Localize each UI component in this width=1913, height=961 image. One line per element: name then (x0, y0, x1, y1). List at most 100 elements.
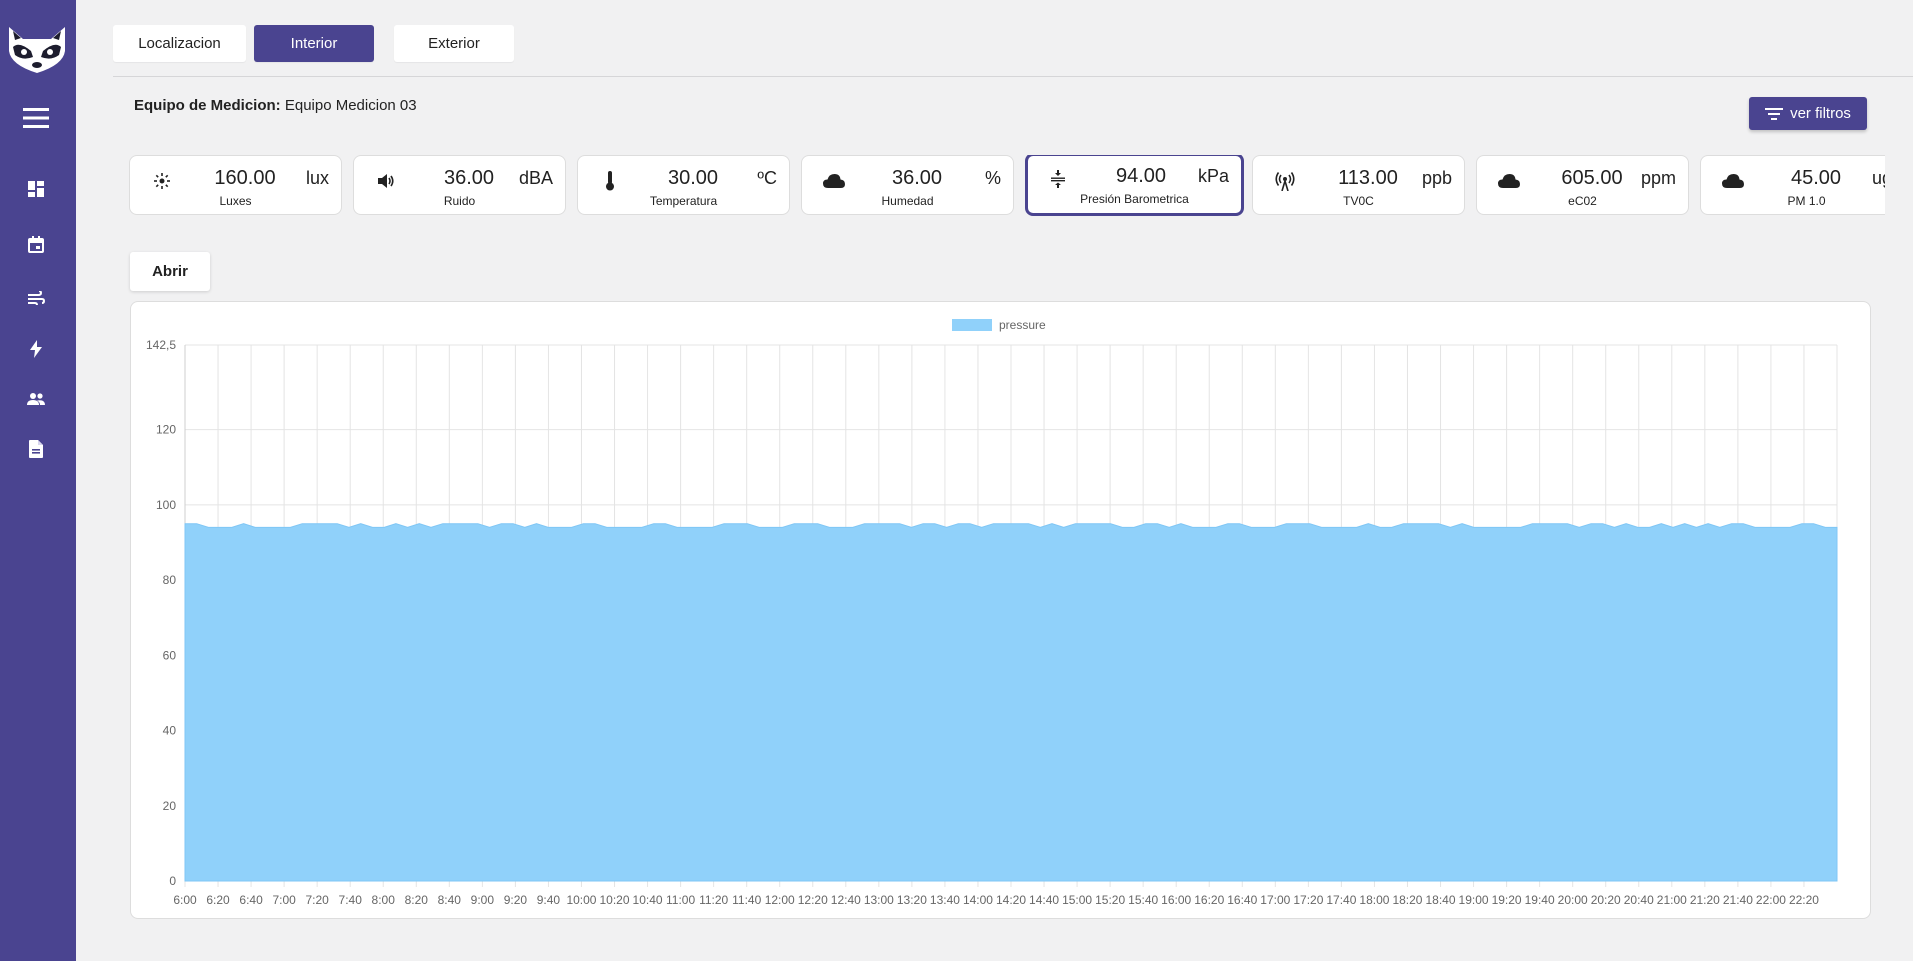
antenna-icon (1273, 169, 1297, 193)
sensor-card-tv0c[interactable]: 113.00 ppb TV0C (1252, 155, 1465, 215)
x-tick-label: 14:20 (996, 893, 1026, 907)
legend-swatch (952, 319, 992, 331)
brightness-icon (150, 169, 174, 193)
x-tick-label: 16:40 (1227, 893, 1257, 907)
x-tick-label: 8:40 (438, 893, 462, 907)
x-tick-label: 21:00 (1657, 893, 1687, 907)
tab-interior[interactable]: Interior (254, 25, 374, 62)
sensor-unit: ºC (757, 168, 777, 188)
sensor-cards: 160.00 lux Luxes 36.00 dBA Ruido 30.00 º… (129, 155, 1885, 217)
tab-label: Localizacion (138, 35, 221, 52)
x-tick-label: 13:40 (930, 893, 960, 907)
document-icon[interactable] (22, 435, 50, 463)
x-tick-label: 22:00 (1756, 893, 1786, 907)
x-tick-label: 6:20 (206, 893, 230, 907)
x-tick-label: 17:20 (1293, 893, 1323, 907)
calendar-icon[interactable] (22, 230, 50, 258)
sensor-value: 30.00 (667, 167, 719, 189)
equipo-value: Equipo Medicion 03 (284, 97, 417, 114)
filter-icon (1765, 107, 1784, 120)
tab-label: Exterior (428, 35, 480, 52)
x-tick-label: 14:00 (963, 893, 993, 907)
x-tick-label: 18:20 (1392, 893, 1422, 907)
sidebar (0, 0, 76, 961)
sensor-value: 160.00 (214, 167, 276, 189)
x-tick-label: 19:00 (1459, 893, 1489, 907)
x-tick-label: 18:00 (1359, 893, 1389, 907)
y-tick-label: 40 (163, 724, 177, 738)
raccoon-logo-icon (5, 25, 69, 75)
sensor-value: 36.00 (443, 167, 495, 189)
abrir-label: Abrir (152, 263, 188, 280)
x-tick-label: 11:20 (699, 893, 728, 907)
ver-filtros-button[interactable]: ver filtros (1749, 97, 1867, 130)
sensor-card-temperatura[interactable]: 30.00 ºC Temperatura (577, 155, 790, 215)
tab-label: Interior (290, 35, 338, 52)
x-tick-label: 12:00 (765, 893, 795, 907)
x-tick-label: 8:00 (372, 893, 396, 907)
air-icon[interactable] (22, 285, 50, 313)
x-tick-label: 10:00 (566, 893, 596, 907)
sensor-label: Humedad (881, 194, 934, 208)
sensor-label: PM 1.0 (1787, 194, 1826, 208)
x-tick-label: 7:00 (272, 893, 296, 907)
x-tick-label: 15:20 (1095, 893, 1125, 907)
sensor-card-luxes[interactable]: 160.00 lux Luxes (129, 155, 342, 215)
bolt-icon[interactable] (22, 335, 50, 363)
x-tick-label: 13:00 (864, 893, 894, 907)
menu-icon[interactable] (22, 104, 50, 132)
x-tick-label: 15:00 (1062, 893, 1092, 907)
x-tick-label: 21:40 (1723, 893, 1753, 907)
sensor-card-pm10[interactable]: 45.00 ug/m3 PM 1.0 (1700, 155, 1885, 215)
pressure-area (184, 523, 1838, 882)
x-tick-label: 11:40 (732, 893, 761, 907)
x-tick-label: 12:40 (831, 893, 861, 907)
y-tick-label: 120 (156, 423, 176, 437)
abrir-button[interactable]: Abrir (130, 252, 210, 291)
y-tick-label: 20 (163, 799, 177, 813)
sensor-card-humedad[interactable]: 36.00 % Humedad (801, 155, 1014, 215)
sensor-unit: % (984, 168, 1001, 188)
x-tick-label: 20:40 (1624, 893, 1654, 907)
x-tick-label: 7:40 (339, 893, 363, 907)
y-tick-label: 100 (156, 498, 176, 512)
dashboard-icon[interactable] (22, 175, 50, 203)
x-tick-label: 13:20 (897, 893, 927, 907)
x-tick-label: 9:40 (537, 893, 561, 907)
x-tick-label: 20:20 (1591, 893, 1621, 907)
cloud-icon (822, 169, 846, 193)
sensor-label: Presión Barometrica (1080, 192, 1189, 206)
x-tick-label: 15:40 (1128, 893, 1158, 907)
x-tick-label: 9:00 (471, 893, 495, 907)
sensor-unit: lux (305, 168, 329, 188)
tab-exterior[interactable]: Exterior (394, 25, 514, 62)
compress-icon (1046, 167, 1070, 191)
equipo-label: Equipo de Medicion: (134, 97, 281, 114)
sensor-card-ruido[interactable]: 36.00 dBA Ruido (353, 155, 566, 215)
legend-label: pressure (999, 318, 1046, 332)
x-tick-label: 19:40 (1525, 893, 1555, 907)
people-icon[interactable] (22, 385, 50, 413)
cloud-icon (1497, 169, 1521, 193)
sensor-label: Ruido (443, 194, 476, 208)
sensor-value: 45.00 (1790, 167, 1842, 189)
x-tick-label: 21:20 (1690, 893, 1720, 907)
x-tick-label: 6:00 (173, 893, 197, 907)
x-tick-label: 20:00 (1558, 893, 1588, 907)
sensor-label: Luxes (219, 194, 252, 208)
sensor-label: Temperatura (649, 194, 718, 208)
x-tick-label: 6:40 (239, 893, 263, 907)
x-tick-label: 16:00 (1161, 893, 1191, 907)
ver-filtros-label: ver filtros (1790, 105, 1851, 122)
x-tick-label: 11:00 (666, 893, 695, 907)
sensor-label: eC02 (1568, 194, 1597, 208)
sensor-unit: dBA (518, 168, 553, 188)
sensor-card-ec02[interactable]: 605.00 ppm eC02 (1476, 155, 1689, 215)
sensor-value: 94.00 (1115, 165, 1167, 187)
tab-localizacion[interactable]: Localizacion (113, 25, 246, 62)
sensor-value: 36.00 (891, 167, 943, 189)
sensor-value: 113.00 (1338, 167, 1398, 189)
sensor-card-presion[interactable]: 94.00 kPa Presión Barometrica (1025, 155, 1244, 216)
x-tick-label: 17:40 (1326, 893, 1356, 907)
sensor-unit: kPa (1197, 166, 1229, 186)
